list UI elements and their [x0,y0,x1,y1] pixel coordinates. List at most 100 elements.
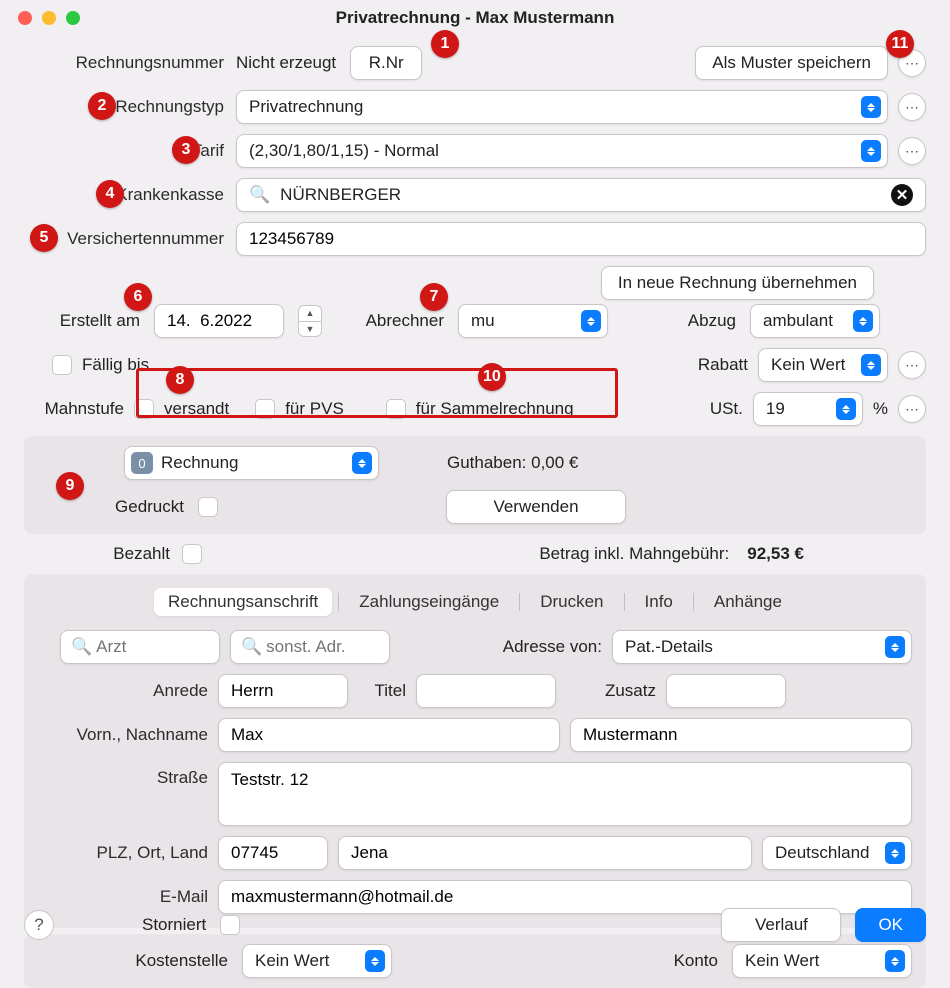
storniert-label: Storniert [142,915,206,935]
krankenkasse-field[interactable]: 🔍 NÜRNBERGER ✕ [236,178,926,212]
pvs-checkbox[interactable] [255,399,275,419]
plz-input[interactable] [218,836,328,870]
tab-rechnungsanschrift[interactable]: Rechnungsanschrift [154,588,332,616]
ust-select[interactable]: 19 [753,392,863,426]
more-button-rabatt[interactable]: ⋯ [898,351,926,379]
anrede-input[interactable] [218,674,348,708]
tab-drucken[interactable]: Drucken [526,588,617,616]
gedruckt-checkbox[interactable] [198,497,218,517]
annotation-10: 10 [478,363,506,391]
versnummer-input[interactable] [236,222,926,256]
als-muster-button[interactable]: Als Muster speichern [695,46,888,80]
chevron-updown-icon [352,452,372,474]
tab-zahlungseingaenge[interactable]: Zahlungseingänge [345,588,513,616]
chevron-updown-icon [885,636,905,658]
konto-select[interactable]: Kein Wert [732,944,912,978]
annotation-7: 7 [420,283,448,311]
vorname-label: Vorn., Nachname [38,725,208,745]
versandt-label: versandt [164,399,229,419]
annotation-3: 3 [172,136,200,164]
kostenstelle-select[interactable]: Kein Wert [242,944,392,978]
chevron-updown-icon [365,950,385,972]
betrag-label: Betrag inkl. Mahngebühr: [539,544,729,564]
rabatt-label: Rabatt [698,355,748,375]
sonst-adr-search[interactable]: 🔍 [230,630,390,664]
search-icon: 🔍 [71,637,92,657]
chevron-updown-icon [861,96,881,118]
help-button[interactable]: ? [24,910,54,940]
faellig-checkbox[interactable] [52,355,72,375]
tab-info[interactable]: Info [631,588,687,616]
chevron-down-icon: ▼ [299,322,321,337]
annotation-11: 11 [886,30,914,58]
rnr-button[interactable]: R.Nr [350,46,422,80]
bezahlt-label: Bezahlt [113,544,170,563]
more-button-ust[interactable]: ⋯ [898,395,926,423]
annotation-5: 5 [30,224,58,252]
search-icon: 🔍 [241,637,262,657]
chevron-updown-icon [885,950,905,972]
ok-button[interactable]: OK [855,908,926,942]
anrede-label: Anrede [38,681,208,701]
window-title: Privatrechnung - Max Mustermann [0,8,950,28]
zusatz-label: Zusatz [605,681,656,700]
chevron-up-icon: ▲ [299,306,321,322]
strasse-input[interactable] [218,762,912,826]
annotation-2: 2 [88,92,116,120]
chevron-updown-icon [885,842,905,864]
titel-label: Titel [375,681,407,700]
plz-label: PLZ, Ort, Land [38,843,208,863]
more-button-tarif[interactable]: ⋯ [898,137,926,165]
titel-input[interactable] [416,674,556,708]
search-icon: 🔍 [249,185,270,205]
verlauf-button[interactable]: Verlauf [721,908,841,942]
verwenden-button[interactable]: Verwenden [446,490,626,524]
krankenkasse-label: Krankenkasse [24,185,224,205]
rechnungsnummer-label: Rechnungsnummer [24,53,224,73]
abzug-label: Abzug [688,311,736,331]
rabatt-select[interactable]: Kein Wert [758,348,888,382]
erstellt-stepper[interactable]: ▲▼ [298,305,322,337]
nachname-input[interactable] [570,718,912,752]
annotation-6: 6 [124,283,152,311]
chevron-updown-icon [581,310,601,332]
guthaben-value: Guthaben: 0,00 € [447,453,578,473]
chevron-updown-icon [836,398,856,420]
abzug-select[interactable]: ambulant [750,304,880,338]
details-tabs: Rechnungsanschrift Zahlungseingänge Druc… [38,584,912,620]
rechnungsnummer-value: Nicht erzeugt [236,53,336,73]
bezahlt-checkbox[interactable] [182,544,202,564]
zusatz-input[interactable] [666,674,786,708]
rechnungstyp-label: Rechnungstyp [24,97,224,117]
rechnungstyp-select[interactable]: Privatrechnung [236,90,888,124]
betrag-value: 92,53 € [747,544,804,564]
erstellt-date-input[interactable] [154,304,284,338]
rechnung-select[interactable]: 0 Rechnung [124,446,379,480]
more-button-rechnungstyp[interactable]: ⋯ [898,93,926,121]
email-label: E-Mail [38,887,208,907]
abrechner-select[interactable]: mu [458,304,608,338]
chevron-updown-icon [853,310,873,332]
erstellt-label: Erstellt am [60,311,140,330]
rechnung-icon: 0 [131,452,153,474]
chevron-updown-icon [861,140,881,162]
versandt-checkbox[interactable] [134,399,154,419]
annotation-4: 4 [96,180,124,208]
sammel-checkbox[interactable] [386,399,406,419]
adresse-von-label: Adresse von: [503,637,602,656]
pvs-label: für PVS [285,399,344,419]
ort-input[interactable] [338,836,752,870]
adresse-von-select[interactable]: Pat.-Details [612,630,912,664]
storniert-checkbox[interactable] [220,915,240,935]
tarif-select[interactable]: (2,30/1,80/1,15) - Normal [236,134,888,168]
vorname-input[interactable] [218,718,560,752]
titlebar: Privatrechnung - Max Mustermann [0,0,950,36]
mahnstufe-label: Mahnstufe [45,399,124,418]
konto-label: Konto [674,951,718,971]
clear-icon[interactable]: ✕ [891,184,913,206]
sammel-label: für Sammelrechnung [416,399,574,419]
arzt-search[interactable]: 🔍 [60,630,220,664]
land-select[interactable]: Deutschland [762,836,912,870]
tab-anhaenge[interactable]: Anhänge [700,588,796,616]
in-neue-rechnung-button[interactable]: In neue Rechnung übernehmen [601,266,874,300]
